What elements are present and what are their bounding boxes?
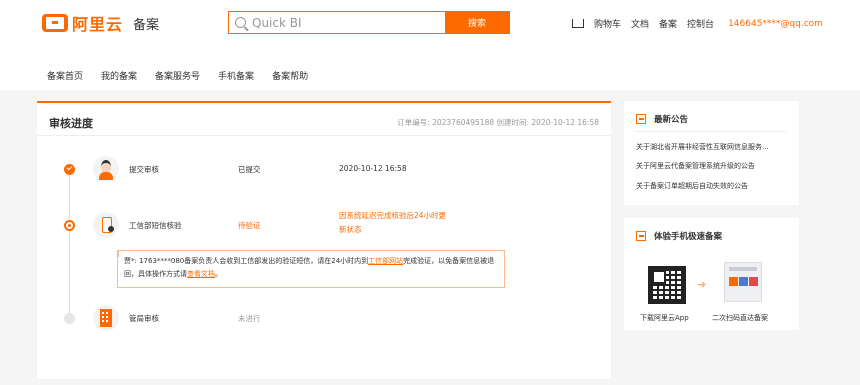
sms-verification-tip: 贾*: 1763****080备案负责人会收到工信部发出的验证短信，请在24小时…: [117, 250, 505, 288]
miit-site-link[interactable]: 工信部网站: [368, 257, 403, 265]
step-done-icon: [64, 164, 75, 175]
logo-subtitle: 备案: [133, 17, 160, 33]
scan-caption: 二次扫码直达备案: [712, 314, 768, 322]
notices-title: 最新公告: [654, 115, 689, 125]
docs-link[interactable]: 文档: [631, 17, 649, 30]
nav-item-service[interactable]: 备案服务号: [155, 69, 200, 82]
mobile-beian-title: 体验手机极速备案: [654, 232, 723, 242]
mobile-icon: [636, 231, 646, 241]
aliyun-logo[interactable]: 阿里云 备案: [42, 12, 159, 34]
search-box[interactable]: [229, 12, 445, 33]
logo-mark-icon: [42, 14, 68, 32]
cart-link[interactable]: 购物车: [594, 17, 621, 30]
step-name: 管局审核: [129, 314, 159, 323]
cart-icon[interactable]: [572, 19, 584, 28]
notices-panel: 最新公告 关于湖北省开展非经营性互联网信息服务... 关于阿里云代备案管理系统升…: [624, 101, 799, 205]
building-icon: [93, 305, 119, 331]
notice-item[interactable]: 关于备案订单超期后自动失效的公告: [636, 181, 788, 191]
order-info: 订单编号: 2023760495188 创建时间: 2020-10-12 16:…: [397, 118, 599, 127]
tip-text: 。: [215, 270, 222, 278]
app-screenshot: [724, 262, 762, 302]
page-title: 审核进度: [49, 117, 93, 130]
user-email[interactable]: 146645****@qq.com: [728, 19, 823, 29]
tip-text: 贾*: 1763****080备案负责人会收到工信部发出的验证短信，请在24小时…: [124, 257, 369, 265]
search-button[interactable]: 搜索: [445, 12, 509, 33]
step-status: 待验证: [238, 221, 261, 230]
step-current-icon: [64, 220, 75, 231]
logo-text: 阿里云: [72, 15, 124, 34]
notice-item[interactable]: 关于湖北省开展非经营性互联网信息服务...: [636, 142, 788, 152]
review-progress-panel: 审核进度 订单编号: 2023760495188 创建时间: 2020-10-1…: [37, 101, 611, 379]
notice-icon: [636, 114, 646, 124]
nav-item-home[interactable]: 备案首页: [47, 69, 83, 82]
step-pending-icon: [64, 313, 75, 324]
step-name: 提交审核: [129, 165, 159, 174]
nav-item-my-beian[interactable]: 我的备案: [101, 69, 137, 82]
view-docs-link[interactable]: 查看文档: [187, 270, 215, 278]
step-status: 未进行: [238, 314, 261, 323]
divider: [636, 131, 787, 132]
mobile-beian-header: 体验手机极速备案: [636, 230, 722, 242]
step-time: 2020-10-12 16:58: [339, 164, 407, 173]
step-note: 因系统延迟完成核验后24小时更新状态: [339, 211, 447, 234]
console-link[interactable]: 控制台: [687, 17, 714, 30]
divider: [37, 135, 611, 136]
notices-header: 最新公告: [636, 113, 688, 125]
beian-link[interactable]: 备案: [659, 17, 677, 30]
person-avatar-icon: [93, 156, 119, 182]
qr-code-icon: [648, 266, 686, 304]
top-header: 阿里云 备案 搜索 购物车 文档 备案 控制台 146645****@qq.co…: [0, 0, 860, 90]
nav-item-mobile[interactable]: 手机备案: [218, 69, 254, 82]
arrow-right-icon: ➜: [697, 278, 707, 291]
top-links: 购物车 文档 备案 控制台 146645****@qq.com: [572, 17, 833, 30]
search-icon: [235, 17, 246, 28]
timeline-line: [69, 170, 70, 316]
download-app-caption: 下载阿里云App: [640, 314, 689, 322]
nav-item-help[interactable]: 备案帮助: [272, 69, 308, 82]
search-bar: 搜索: [228, 11, 510, 34]
mobile-beian-panel: 体验手机极速备案 ➜ 下载阿里云App 二次扫码直达备案: [624, 218, 799, 330]
phone-verify-icon: [93, 212, 119, 238]
search-input[interactable]: [252, 15, 422, 30]
main-nav: 备案首页 我的备案 备案服务号 手机备案 备案帮助: [47, 69, 326, 82]
step-name: 工信部短信核验: [129, 221, 182, 230]
notice-item[interactable]: 关于阿里云代备案管理系统升级的公告: [636, 161, 788, 171]
step-status: 已提交: [238, 165, 261, 174]
